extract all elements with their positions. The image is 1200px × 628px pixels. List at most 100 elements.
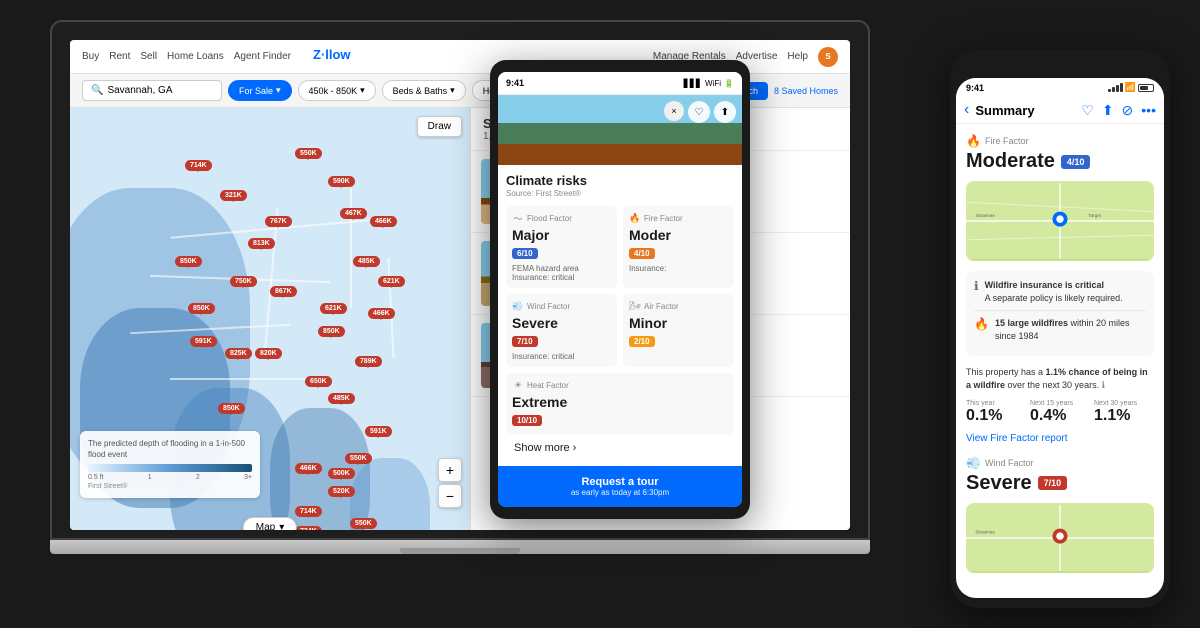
- price-marker[interactable]: 825K: [225, 348, 252, 359]
- price-marker[interactable]: 621K: [320, 303, 347, 314]
- map-area[interactable]: 550K714K590K321K467K466K767K813K850K485K…: [70, 108, 470, 530]
- share-button[interactable]: ⬆: [714, 101, 736, 123]
- price-marker[interactable]: 789K: [355, 356, 382, 367]
- nav-buy[interactable]: Buy: [82, 51, 99, 62]
- price-marker[interactable]: 813K: [248, 238, 275, 249]
- view-report-link[interactable]: View Fire Factor report: [966, 433, 1154, 444]
- info-icon: ℹ: [974, 279, 979, 293]
- phone-status-bar: 9:41 📶: [956, 78, 1164, 97]
- price-marker[interactable]: 734K: [295, 526, 322, 530]
- probability-text: This property has a 1.1% chance of being…: [966, 366, 1154, 391]
- nav-sell[interactable]: Sell: [140, 51, 157, 62]
- location-search-input[interactable]: 🔍 Savannah, GA: [82, 80, 222, 101]
- price-marker[interactable]: 850K: [318, 326, 345, 337]
- saved-homes-link[interactable]: 8 Saved Homes: [774, 86, 838, 96]
- nav-agent-finder[interactable]: Agent Finder: [234, 51, 291, 62]
- price-marker[interactable]: 820K: [255, 348, 282, 359]
- zoom-in-button[interactable]: +: [438, 458, 462, 482]
- tablet-device: 9:41 ▋▋▋ WiFi 🔋 × ♡ ⬆: [490, 60, 750, 519]
- draw-button[interactable]: Draw: [417, 116, 462, 137]
- nav-home-loans[interactable]: Home Loans: [167, 51, 224, 62]
- chevron-right-icon: ›: [573, 442, 577, 454]
- wildfire-info-box: ℹ Wildfire insurance is critical A separ…: [966, 271, 1154, 356]
- more-options-icon[interactable]: •••: [1141, 102, 1156, 118]
- fire-score-badge: 4/10: [1061, 155, 1091, 169]
- tablet-close-button[interactable]: ×: [664, 101, 684, 121]
- price-marker[interactable]: 767K: [265, 216, 292, 227]
- fire-rating-text: Moderate: [966, 150, 1055, 173]
- price-marker[interactable]: 550K: [295, 148, 322, 159]
- price-marker[interactable]: 750K: [230, 276, 257, 287]
- chevron-down-icon: ▾: [279, 522, 284, 530]
- wifi-icon: 📶: [1125, 82, 1136, 93]
- share-icon[interactable]: ⬆: [1102, 102, 1114, 119]
- user-avatar[interactable]: S: [818, 47, 838, 67]
- chevron-down-icon: ▾: [450, 85, 455, 96]
- wind-factor-card[interactable]: 💨 Wind Factor Severe 7/10 Insurance: cri…: [506, 294, 617, 367]
- wildfire-fires-row: 🔥 15 large wildfires within 20 miles sin…: [974, 317, 1146, 342]
- air-score-badge: 2/10: [629, 336, 655, 347]
- for-sale-filter[interactable]: For Sale ▾: [228, 80, 292, 101]
- price-marker[interactable]: 466K: [368, 308, 395, 319]
- favorite-icon[interactable]: ♡: [1081, 102, 1094, 119]
- probability-years-grid: This year 0.1% Next 15 years 0.4% Next 3…: [966, 400, 1154, 425]
- price-marker[interactable]: 550K: [350, 518, 377, 529]
- nav-rent[interactable]: Rent: [109, 51, 130, 62]
- price-marker[interactable]: 591K: [190, 336, 217, 347]
- price-marker[interactable]: 850K: [218, 403, 245, 414]
- flood-rating: Major: [512, 227, 611, 243]
- price-marker[interactable]: 590K: [328, 176, 355, 187]
- show-more-button[interactable]: Show more ›: [506, 434, 734, 458]
- this-year-cell: This year 0.1%: [966, 400, 1026, 425]
- wind-factor-label: Wind Factor: [985, 458, 1034, 468]
- favorite-button[interactable]: ♡: [688, 101, 710, 123]
- back-button[interactable]: ‹: [964, 101, 969, 119]
- price-marker[interactable]: 591K: [365, 426, 392, 437]
- price-marker[interactable]: 867K: [270, 286, 297, 297]
- flood-factor-header: 〜 Flood Factor: [512, 212, 611, 224]
- battery-icon: 🔋: [724, 79, 734, 88]
- price-marker[interactable]: 466K: [370, 216, 397, 227]
- flood-desc: FEMA hazard areaInsurance: critical: [512, 264, 611, 282]
- flood-scale: 0.5 ft 1 2 3+: [88, 474, 252, 481]
- price-marker[interactable]: 466K: [295, 463, 322, 474]
- zillow-logo: Z·llow: [313, 46, 373, 67]
- tablet-image-actions: × ♡ ⬆: [664, 101, 736, 123]
- price-marker[interactable]: 520K: [328, 486, 355, 497]
- beds-baths-filter[interactable]: Beds & Baths ▾: [382, 80, 466, 101]
- price-marker[interactable]: 650K: [305, 376, 332, 387]
- price-marker[interactable]: 500K: [328, 468, 355, 479]
- price-marker[interactable]: 485K: [353, 256, 380, 267]
- battery-icon: [1138, 84, 1154, 92]
- price-marker[interactable]: 850K: [188, 303, 215, 314]
- fire-factor-header: 🔥 Fire Factor: [966, 134, 1154, 148]
- price-marker[interactable]: 621K: [378, 276, 405, 287]
- wind-icon: 💨: [512, 300, 524, 312]
- nav-help[interactable]: Help: [787, 51, 808, 62]
- map-road: [170, 378, 310, 380]
- phone-device: 9:41 📶: [950, 50, 1170, 608]
- phone-navigation: ‹ Summary ♡ ⬆ ⊘ •••: [956, 97, 1164, 124]
- air-factor-card[interactable]: 🌬 Air Factor Minor 2/10: [623, 294, 734, 367]
- price-marker[interactable]: 714K: [185, 160, 212, 171]
- info-tooltip-icon[interactable]: ℹ: [1102, 380, 1105, 390]
- request-tour-button[interactable]: Request a tour as early as today at 6:30…: [498, 466, 742, 507]
- fire-factor-card[interactable]: 🔥 Fire Factor Moder 4/10 Insurance:: [623, 206, 734, 288]
- tablet-screen: 9:41 ▋▋▋ WiFi 🔋 × ♡ ⬆: [498, 72, 742, 507]
- price-marker[interactable]: 485K: [328, 393, 355, 404]
- map-toggle-button[interactable]: Map ▾: [243, 517, 297, 530]
- block-icon[interactable]: ⊘: [1122, 102, 1134, 119]
- price-marker[interactable]: 714K: [295, 506, 322, 517]
- wind-icon: 💨: [966, 456, 981, 470]
- heat-factor-card[interactable]: ☀ Heat Factor Extreme 10/10: [506, 373, 734, 434]
- price-marker[interactable]: 321K: [220, 190, 247, 201]
- price-marker[interactable]: 850K: [175, 256, 202, 267]
- price-marker[interactable]: 467K: [340, 208, 367, 219]
- flood-factor-card[interactable]: 〜 Flood Factor Major 6/10 FEMA hazard ar…: [506, 206, 617, 288]
- zoom-out-button[interactable]: −: [438, 484, 462, 508]
- price-range-filter[interactable]: 450k - 850K ▾: [298, 80, 376, 101]
- wind-score-badge: 7/10: [512, 336, 538, 347]
- fire-factor-label: Fire Factor: [644, 214, 683, 223]
- signal-icon: ▋▋▋: [684, 79, 702, 88]
- price-marker[interactable]: 550K: [345, 453, 372, 464]
